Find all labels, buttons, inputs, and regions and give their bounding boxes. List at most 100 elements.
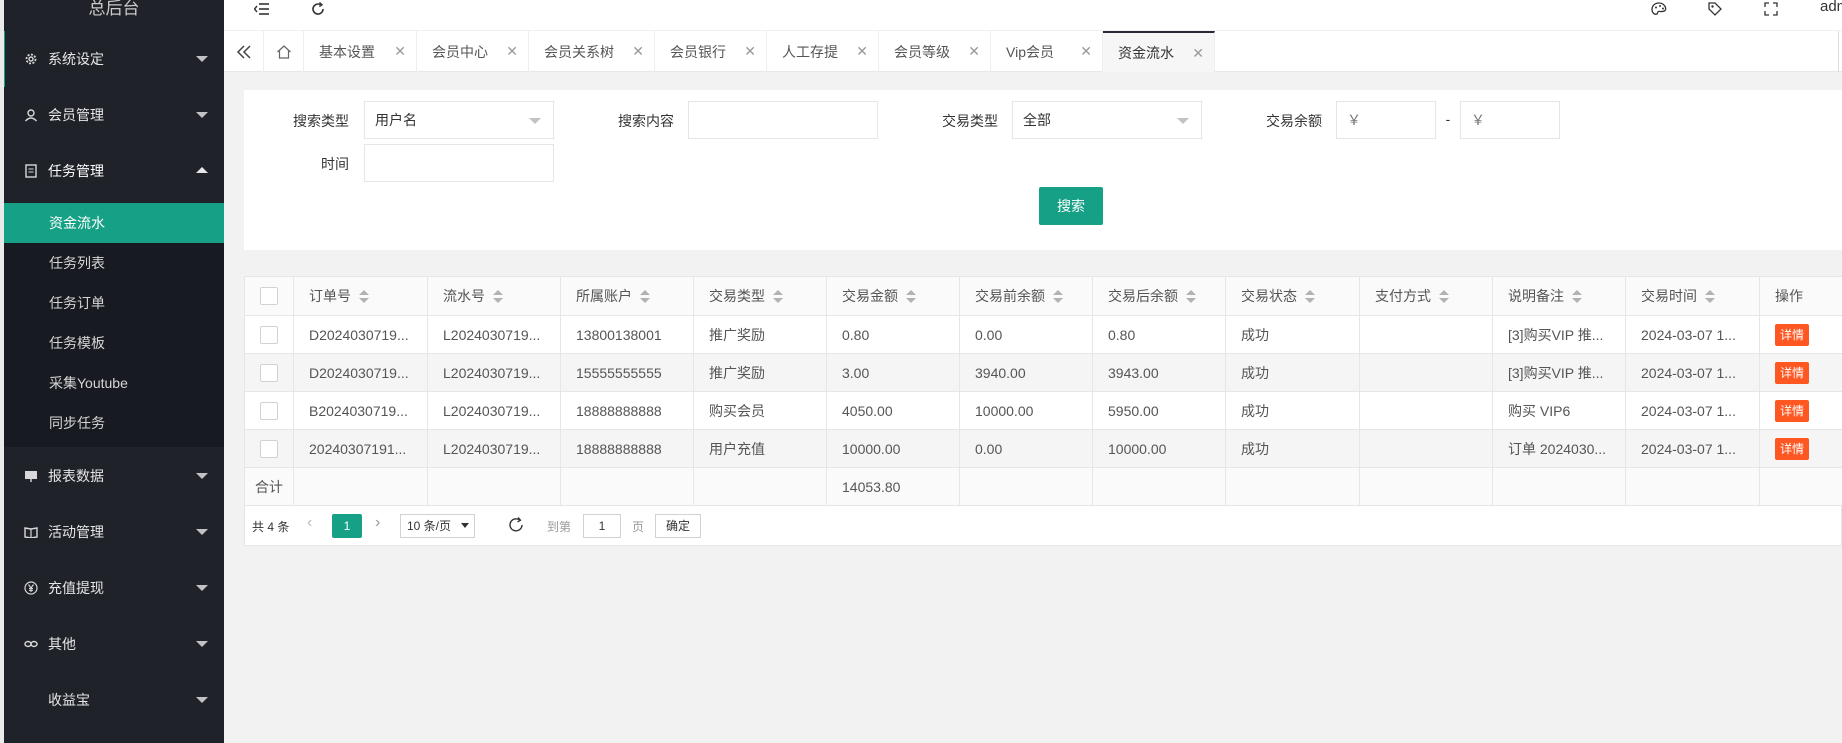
close-icon[interactable]: ✕ (856, 43, 868, 60)
sidebar-item-activities[interactable]: 活动管理 (4, 504, 224, 560)
col-header-label: 所属账户 (576, 288, 632, 304)
search-type-select[interactable]: 用户名 (364, 101, 554, 139)
search-button[interactable]: 搜索 (1039, 187, 1103, 225)
col-header[interactable]: 交易类型 (693, 276, 827, 316)
col-header[interactable]: 交易时间 (1625, 276, 1760, 316)
row-checkbox[interactable] (260, 401, 278, 420)
time-range-input[interactable] (364, 144, 554, 182)
detail-button[interactable]: 详情 (1775, 437, 1810, 460)
tab-member-tree[interactable]: 会员关系树 ✕ (529, 31, 655, 72)
tab-manual-deposit[interactable]: 人工存提 ✕ (767, 31, 879, 72)
sub-item-collect-youtube[interactable]: 采集Youtube (4, 363, 224, 403)
col-header[interactable]: 流水号 (427, 276, 561, 316)
sort-icon[interactable] (640, 290, 650, 304)
close-icon[interactable]: ✕ (968, 43, 980, 60)
close-icon[interactable]: ✕ (1192, 45, 1204, 62)
col-header[interactable]: 说明备注 (1492, 276, 1626, 316)
row-checkbox[interactable] (260, 363, 278, 382)
tab-member-bank[interactable]: 会员银行 ✕ (655, 31, 767, 72)
detail-button[interactable]: 详情 (1775, 323, 1810, 346)
tab-member-level[interactable]: 会员等级 ✕ (879, 31, 991, 72)
palette-icon[interactable] (1647, 0, 1671, 18)
close-icon[interactable]: ✕ (632, 43, 644, 60)
goto-page-input[interactable]: 1 (583, 514, 621, 538)
trade-type-select[interactable]: 全部 (1012, 101, 1202, 139)
row-select-cell[interactable] (244, 315, 294, 354)
balance-max-input[interactable]: ￥ (1460, 101, 1560, 139)
sort-icon[interactable] (1572, 290, 1582, 304)
col-header[interactable]: 交易后余额 (1092, 276, 1226, 316)
chevron-down-icon (196, 641, 208, 647)
sort-icon[interactable] (1186, 290, 1196, 304)
menu-toggle-icon[interactable] (250, 0, 274, 18)
sort-icon[interactable] (1705, 290, 1715, 304)
select-all-cell[interactable] (244, 276, 294, 316)
close-icon[interactable]: ✕ (744, 43, 756, 60)
search-content-input[interactable] (688, 101, 878, 139)
sidebar-item-system[interactable]: 系统设定 (0, 31, 224, 87)
col-header[interactable]: 支付方式 (1359, 276, 1493, 316)
sort-icon[interactable] (1305, 290, 1315, 304)
select-all-checkbox[interactable] (260, 287, 278, 306)
tab-label: 会员中心 (432, 43, 488, 60)
col-header[interactable]: 交易金额 (826, 276, 960, 316)
sort-icon[interactable] (1439, 290, 1449, 304)
sub-item-task-orders[interactable]: 任务订单 (4, 283, 224, 323)
balance-min-input[interactable]: ￥ (1336, 101, 1436, 139)
page-size-select[interactable]: 10 条/页 (400, 514, 475, 538)
tab-vip-member[interactable]: Vip会员 ✕ (991, 31, 1103, 72)
sidebar-item-yield[interactable]: 收益宝 (4, 672, 224, 728)
sidebar-item-label: 报表数据 (48, 468, 104, 484)
goto-confirm-button[interactable]: 确定 (655, 514, 701, 538)
sidebar-item-reports[interactable]: 报表数据 (4, 448, 224, 504)
col-header[interactable]: 交易状态 (1225, 276, 1360, 316)
row-checkbox[interactable] (260, 325, 278, 344)
tabs-scroll-left-icon[interactable] (224, 31, 264, 72)
tab-member-center[interactable]: 会员中心 ✕ (417, 31, 529, 72)
sub-item-sync-tasks[interactable]: 同步任务 (4, 403, 224, 443)
detail-button[interactable]: 详情 (1775, 399, 1810, 422)
next-page-icon[interactable]: › (375, 514, 380, 532)
cell: 5950.00 (1092, 391, 1226, 430)
row-select-cell[interactable] (244, 353, 294, 392)
tab-fund-flow[interactable]: 资金流水 ✕ (1103, 31, 1215, 72)
tabs-scroll-right[interactable] (1838, 31, 1842, 72)
row-checkbox[interactable] (260, 439, 278, 458)
cell: 18888888888 (560, 391, 694, 430)
sidebar-item-members[interactable]: 会员管理 (4, 87, 224, 143)
row-select-cell[interactable] (244, 391, 294, 430)
sort-icon[interactable] (493, 290, 503, 304)
close-icon[interactable]: ✕ (1080, 43, 1092, 60)
sort-icon[interactable] (359, 290, 369, 304)
close-icon[interactable]: ✕ (394, 43, 406, 60)
sidebar-item-tasks[interactable]: 任务管理 (4, 143, 224, 199)
username[interactable]: adm (1820, 0, 1842, 15)
refresh-icon[interactable] (507, 516, 525, 537)
sort-icon[interactable] (773, 290, 783, 304)
col-header-actions: 操作 (1759, 276, 1842, 316)
prev-page-icon[interactable]: ‹ (307, 514, 312, 532)
sub-item-fund-flow[interactable]: 资金流水 (4, 203, 224, 243)
sub-item-task-templates[interactable]: 任务模板 (4, 323, 224, 363)
col-header[interactable]: 交易前余额 (959, 276, 1093, 316)
fullscreen-icon[interactable] (1759, 0, 1783, 18)
chevron-down-icon (196, 112, 208, 118)
col-header[interactable]: 订单号 (293, 276, 428, 316)
sub-item-task-list[interactable]: 任务列表 (4, 243, 224, 283)
page-1[interactable]: 1 (332, 514, 362, 538)
refresh-icon[interactable] (306, 0, 330, 18)
row-select-cell[interactable] (244, 429, 294, 468)
detail-button[interactable]: 详情 (1775, 361, 1810, 384)
sort-icon[interactable] (1053, 290, 1063, 304)
tab-home[interactable] (264, 31, 304, 72)
col-header[interactable]: 所属账户 (560, 276, 694, 316)
sidebar-item-deposit-withdraw[interactable]: 充值提现 (4, 560, 224, 616)
tag-icon[interactable] (1703, 0, 1727, 18)
tab-basic-settings[interactable]: 基本设置 ✕ (304, 31, 417, 72)
logo: 总后台 (88, 0, 140, 18)
sidebar-item-other[interactable]: 其他 (4, 616, 224, 672)
col-header-label: 订单号 (309, 288, 351, 304)
close-icon[interactable]: ✕ (506, 43, 518, 60)
home-icon (276, 44, 291, 59)
sort-icon[interactable] (906, 290, 916, 304)
